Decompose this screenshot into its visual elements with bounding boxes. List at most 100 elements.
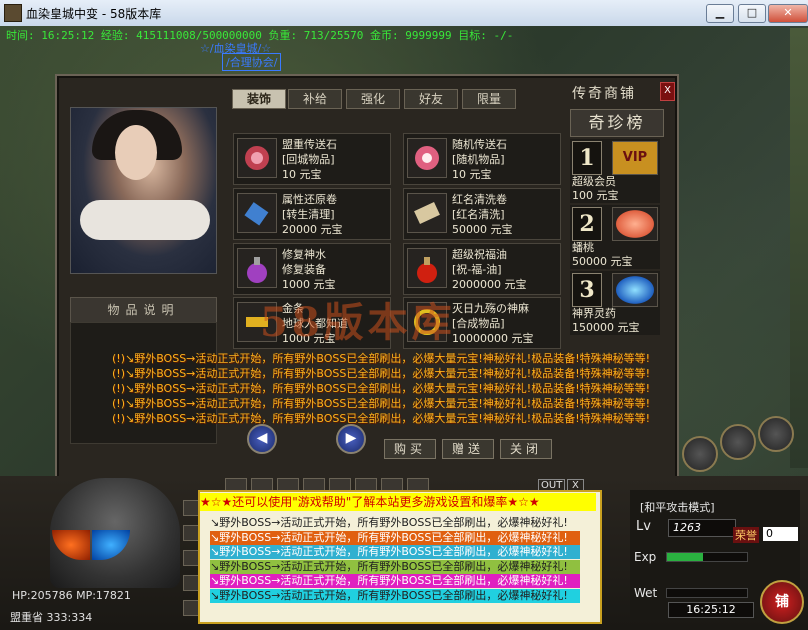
rare-item[interactable]: 1 VIP 超级会员 100 元宝 [570, 139, 660, 203]
game-clock: 16:25:12 [668, 602, 754, 618]
rare-name: 神界灵药 [572, 307, 616, 320]
chat-side-icon[interactable] [183, 550, 199, 566]
hp-mp-text: HP:205786 MP:17821 [12, 589, 131, 602]
shop-item-cell[interactable]: 盟重传送石 [回城物品] 10 元宝 [233, 133, 391, 185]
scroll-icon [407, 193, 447, 233]
item-price: 10000000 元宝 [452, 332, 534, 345]
rare-rank: 3 [572, 273, 602, 307]
chat-line: ↘野外BOSS→活动正式开始，所有野外BOSS已全部刷出，必爆神秘好礼! [210, 545, 580, 559]
rare-price: 50000 元宝 [572, 255, 633, 268]
chat-line: ↘野外BOSS→活动正式开始，所有野外BOSS已全部刷出，必爆神秘好礼! [210, 559, 580, 574]
sound-button[interactable] [758, 416, 794, 452]
chat-side-icon[interactable] [183, 500, 199, 516]
weight-label: Wet [634, 586, 658, 600]
portrait-face [115, 125, 157, 180]
skill-button[interactable] [720, 424, 756, 460]
chat-line: ↘野外BOSS→活动正式开始，所有野外BOSS已全部刷出，必爆神秘好礼! [210, 530, 580, 545]
item-name: 修复神水 [282, 248, 326, 261]
honor-label: 荣誉 [733, 527, 759, 543]
exp-bar [666, 552, 748, 562]
rare-price: 150000 元宝 [572, 321, 640, 334]
item-type: 修复装备 [282, 263, 326, 276]
shop-item-cell[interactable]: 属性还原卷 [转生清理] 20000 元宝 [233, 188, 391, 240]
system-message: (!)↘野外BOSS→活动正式开始，所有野外BOSS已全部刷出，必爆大量元宝!神… [112, 367, 651, 380]
next-page-button[interactable]: ▶ [336, 424, 366, 454]
item-price: 2000000 元宝 [452, 278, 527, 291]
item-price: 10 元宝 [452, 168, 492, 181]
item-name: 属性还原卷 [282, 193, 337, 206]
rare-name: 超级会员 [572, 175, 616, 188]
chat-line: ↘野外BOSS→活动正式开始，所有野外BOSS已全部刷出，必爆神秘好礼! [210, 574, 580, 588]
portrait-fur-collar [80, 200, 210, 240]
shop-item-cell[interactable]: 超级祝福油 [祝-福-油] 2000000 元宝 [403, 243, 561, 295]
potion-icon [407, 248, 447, 288]
tab-decor[interactable]: 装饰 [232, 89, 286, 109]
attack-mode-label[interactable]: [和平攻击模式] [640, 499, 715, 515]
random-stone-icon [407, 138, 447, 178]
item-name: 红名清洗卷 [452, 193, 507, 206]
rare-price: 100 元宝 [572, 189, 619, 202]
chat-side-icon[interactable] [183, 600, 199, 616]
prev-page-button[interactable]: ◀ [247, 424, 277, 454]
skill-button[interactable] [682, 436, 718, 472]
rare-rank: 2 [572, 207, 602, 241]
rare-name: 蟠桃 [572, 241, 594, 254]
item-name: 盟重传送石 [282, 138, 337, 151]
item-name: 灭日九殇の神麻 [452, 302, 529, 315]
minimize-button[interactable]: ▁ [706, 4, 734, 23]
shop-item-cell[interactable]: 随机传送石 [随机物品] 10 元宝 [403, 133, 561, 185]
exp-bar-fill [667, 553, 703, 561]
exp-label: Exp [634, 550, 657, 564]
shop-title: 传奇商铺 [572, 86, 636, 102]
chat-line: ↘野外BOSS→活动正式开始，所有野外BOSS已全部刷出，必爆神秘好礼! [210, 516, 580, 530]
potion-icon [237, 248, 277, 288]
shop-close-button[interactable]: X [660, 82, 675, 101]
item-type: [随机物品] [452, 153, 505, 166]
shop-close-text-button[interactable]: 关闭 [500, 439, 552, 459]
system-message: (!)↘野外BOSS→活动正式开始，所有野外BOSS已全部刷出，必爆大量元宝!神… [112, 397, 651, 410]
rare-items-title: 奇珍榜 [570, 109, 664, 137]
item-name: 超级祝福油 [452, 248, 507, 261]
shop-open-button[interactable]: 铺 [760, 580, 804, 624]
tab-supply[interactable]: 补给 [288, 89, 342, 109]
item-type: [祝-福-油] [452, 263, 502, 276]
window-titlebar: 血染皇城中变 - 58版本库 ▁ □ ✕ [0, 0, 808, 27]
peach-icon [612, 207, 658, 241]
item-price: 10 元宝 [282, 168, 322, 181]
rare-item[interactable]: 2 蟠桃 50000 元宝 [570, 205, 660, 269]
rare-item[interactable]: 3 神界灵药 150000 元宝 [570, 271, 660, 335]
system-message: (!)↘野外BOSS→活动正式开始，所有野外BOSS已全部刷出，必爆大量元宝!神… [112, 412, 651, 425]
item-price: 20000 元宝 [282, 223, 343, 236]
site-watermark: 58版本库 [260, 299, 456, 346]
tab-friends[interactable]: 好友 [404, 89, 458, 109]
teleport-stone-icon [237, 138, 277, 178]
close-window-button[interactable]: ✕ [768, 4, 808, 23]
buy-button[interactable]: 购买 [384, 439, 436, 459]
window-title: 血染皇城中变 - 58版本库 [26, 7, 162, 21]
shop-item-cell[interactable]: 修复神水 修复装备 1000 元宝 [233, 243, 391, 295]
tab-limited[interactable]: 限量 [462, 89, 516, 109]
item-type: [红名清洗] [452, 208, 505, 221]
item-name: 随机传送石 [452, 138, 507, 151]
item-type: [回城物品] [282, 153, 335, 166]
chat-side-icon[interactable] [183, 575, 199, 591]
guild-name-tag: /合理协会/ [222, 53, 282, 71]
shop-item-cell[interactable]: 红名清洗卷 [红名清洗] 50000 元宝 [403, 188, 561, 240]
weight-bar [666, 588, 748, 598]
chat-side-icon[interactable] [183, 525, 199, 541]
maximize-button[interactable]: □ [738, 4, 766, 23]
scene-right-strip [790, 28, 808, 468]
app-icon [4, 4, 22, 22]
chat-line: ↘野外BOSS→活动正式开始，所有野外BOSS已全部刷出，必爆神秘好礼! [210, 588, 580, 603]
chat-banner: ★☆★还可以使用"游戏帮助"了解本站更多游戏设置和爆率★☆★ [200, 493, 596, 511]
rare-rank: 1 [572, 141, 602, 175]
item-description-title: 物品说明 [70, 297, 217, 323]
gift-button[interactable]: 赠送 [442, 439, 494, 459]
scroll-icon [237, 193, 277, 233]
tab-enhance[interactable]: 强化 [346, 89, 400, 109]
location-text: 盟重省 333:334 [10, 611, 93, 624]
level-label: Lv [636, 519, 651, 534]
system-message: (!)↘野外BOSS→活动正式开始，所有野外BOSS已全部刷出，必爆大量元宝!神… [112, 352, 651, 365]
honor-value: 0 [763, 527, 798, 541]
elixir-icon [612, 273, 658, 307]
